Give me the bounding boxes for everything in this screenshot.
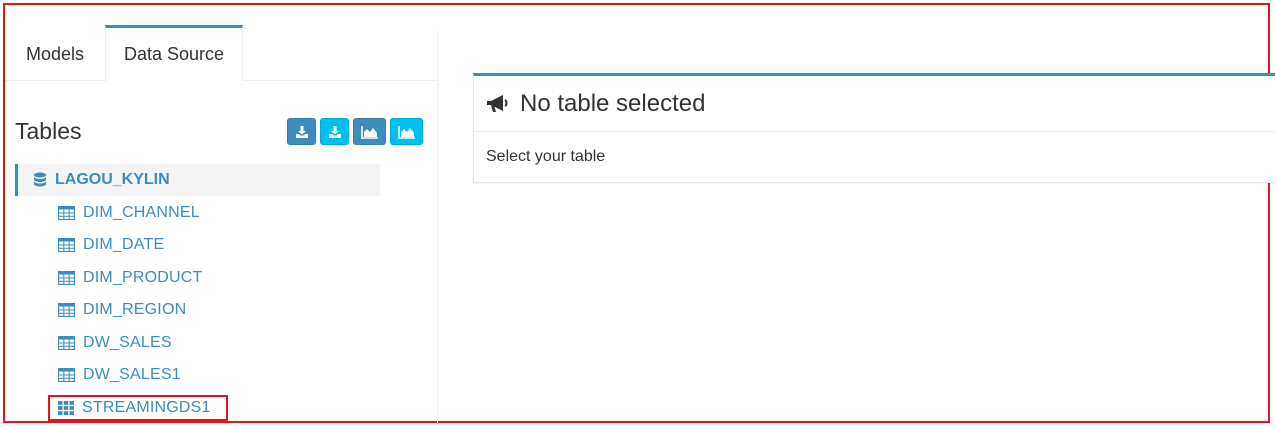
table-item-dw-sales[interactable]: DW_SALES <box>58 331 172 355</box>
tab-bar: Models Data Source <box>5 25 437 81</box>
table-item-dim-region[interactable]: DIM_REGION <box>58 298 186 322</box>
grid-icon <box>58 401 74 415</box>
area-chart-icon <box>360 125 378 139</box>
table-detail-panel: No table selected Select your table <box>473 73 1275 183</box>
download-icon <box>295 125 308 138</box>
table-label: DW_SALES1 <box>83 366 181 383</box>
table-toolbar <box>287 118 423 145</box>
tab-models[interactable]: Models <box>5 25 105 80</box>
panel-header: No table selected <box>474 76 1275 132</box>
table-label: STREAMINGDS1 <box>82 399 211 416</box>
table-icon <box>58 303 75 317</box>
table-item-streamingds1[interactable]: STREAMINGDS1 <box>58 396 211 420</box>
database-item-lagou-kylin[interactable]: LAGOU_KYLIN <box>15 164 380 196</box>
table-item-dim-channel[interactable]: DIM_CHANNEL <box>58 201 200 225</box>
table-icon <box>58 206 75 220</box>
tab-data-source[interactable]: Data Source <box>105 25 243 81</box>
tables-heading: Tables <box>15 118 82 144</box>
table-label: DIM_PRODUCT <box>83 269 203 286</box>
panel-body-text: Select your table <box>486 148 606 165</box>
add-kafka-table-button[interactable] <box>390 118 423 145</box>
table-icon <box>58 238 75 252</box>
table-label: DW_SALES <box>83 334 172 351</box>
table-label: DIM_DATE <box>83 236 165 253</box>
table-label: DIM_REGION <box>83 301 187 318</box>
database-label: LAGOU_KYLIN <box>55 171 170 188</box>
sidebar-divider <box>437 30 438 425</box>
table-icon <box>58 271 75 285</box>
table-item-dim-date[interactable]: DIM_DATE <box>58 233 164 257</box>
table-icon <box>58 368 75 382</box>
table-label: DIM_CHANNEL <box>83 204 200 221</box>
area-chart-icon <box>397 125 415 139</box>
bullhorn-icon <box>487 94 508 112</box>
table-icon <box>58 336 75 350</box>
load-table-button[interactable] <box>287 118 316 145</box>
panel-title: No table selected <box>520 89 706 117</box>
table-item-dw-sales1[interactable]: DW_SALES1 <box>58 363 181 387</box>
database-icon <box>34 172 46 186</box>
download-icon <box>328 125 341 138</box>
table-item-dim-product[interactable]: DIM_PRODUCT <box>58 266 203 290</box>
load-table-tree-button[interactable] <box>320 118 349 145</box>
add-streaming-table-button[interactable] <box>353 118 386 145</box>
